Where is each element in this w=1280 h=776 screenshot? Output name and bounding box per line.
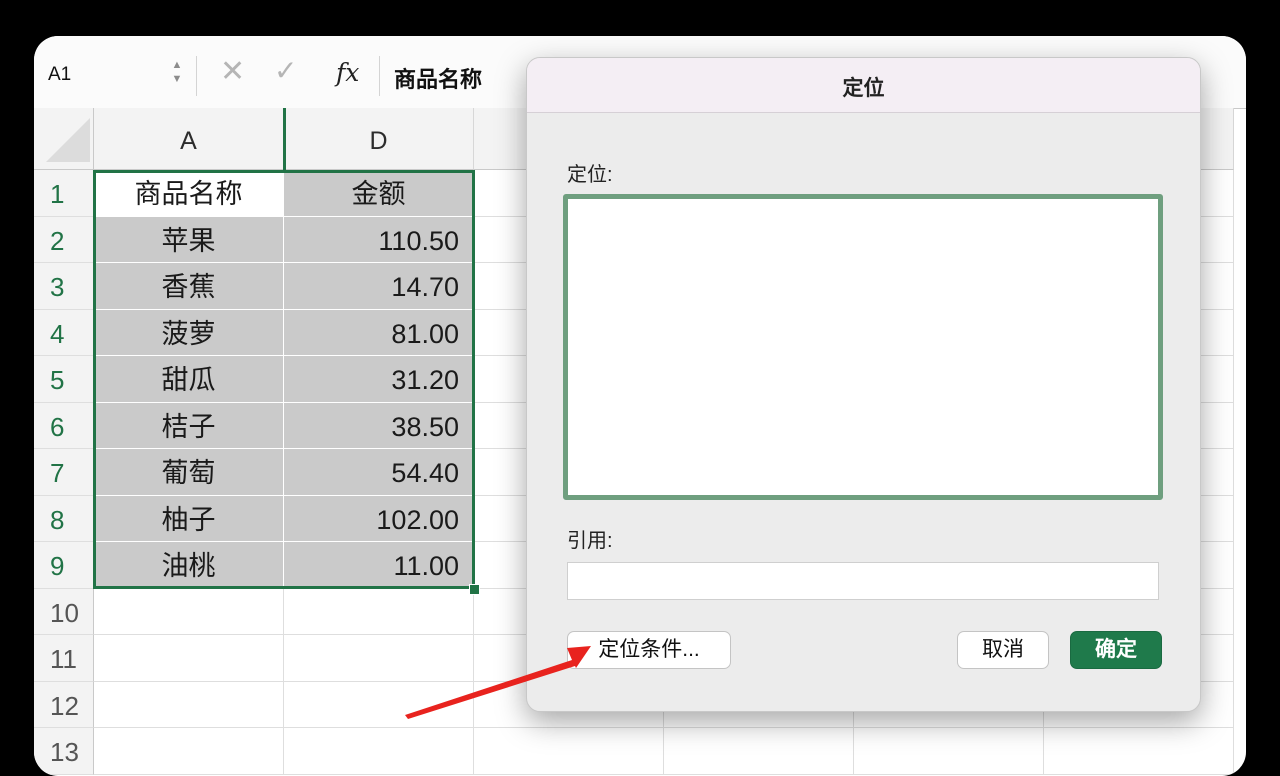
arrow-icon (405, 646, 591, 719)
annotation-arrow (405, 646, 591, 719)
